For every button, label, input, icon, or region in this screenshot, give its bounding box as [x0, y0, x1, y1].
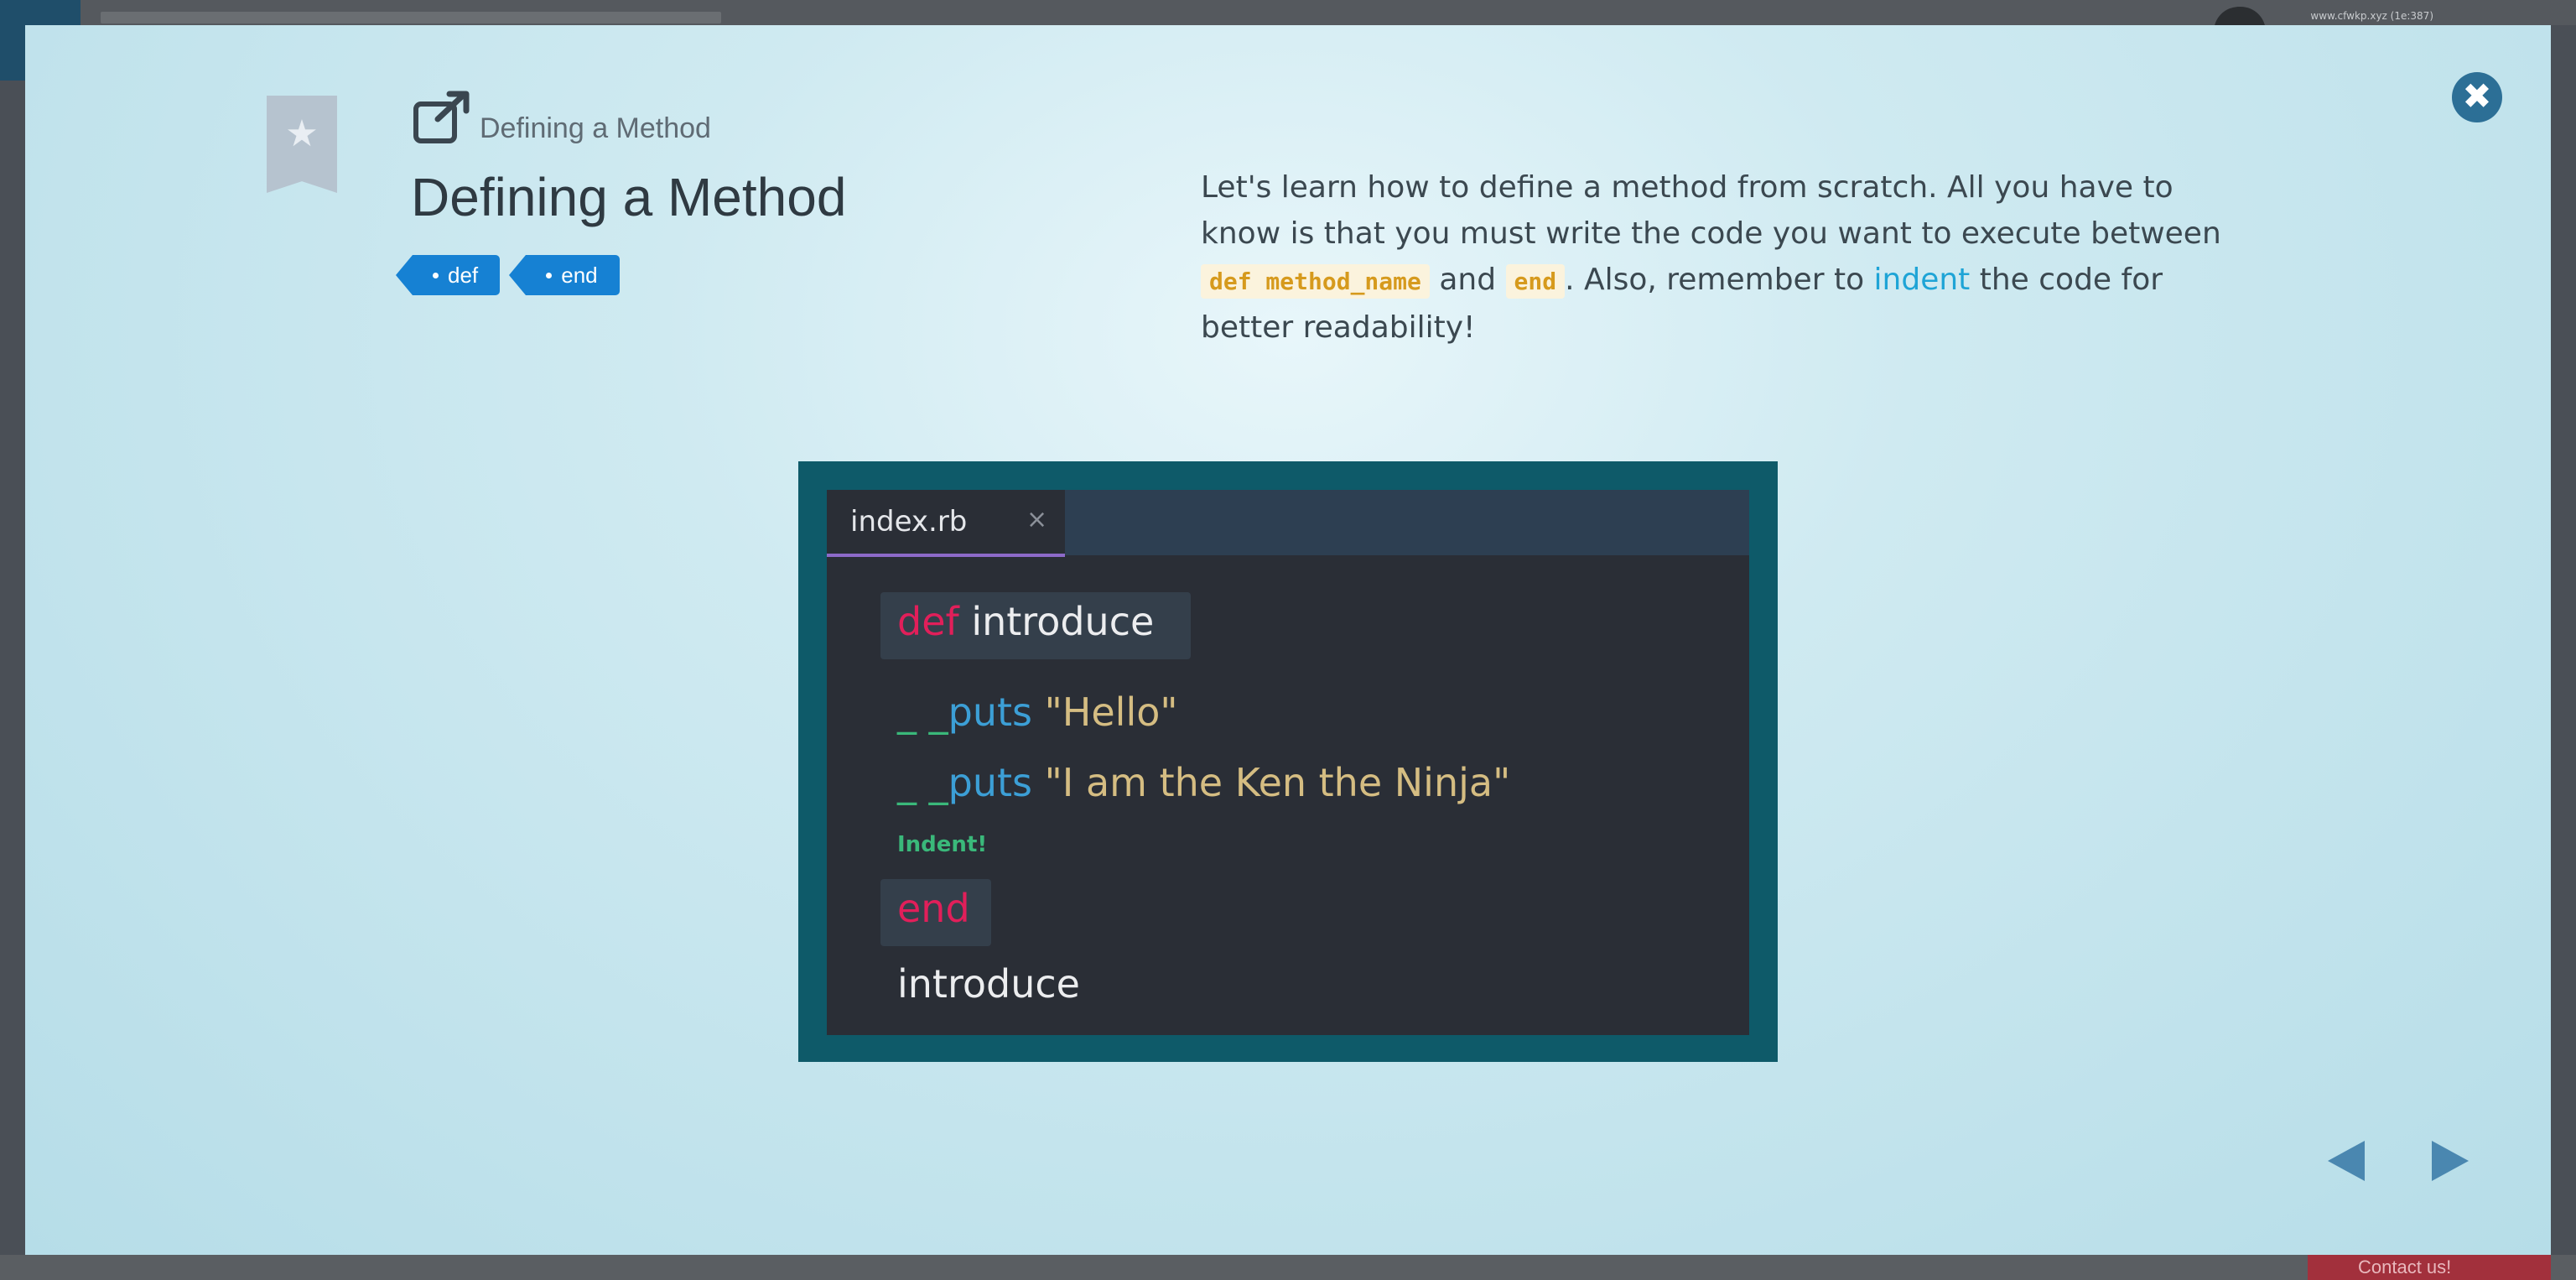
inline-code: def method_name	[1201, 264, 1430, 299]
string-literal: "I am the Ken the Ninja"	[1044, 760, 1511, 805]
editor-tab-bar: index.rb ×	[827, 490, 1749, 557]
puts-call: puts	[948, 689, 1032, 735]
tag-list: def end	[395, 255, 641, 295]
code-line-puts-1: _ _puts "Hello"	[897, 689, 1178, 735]
tab-close-icon[interactable]: ×	[1026, 505, 1047, 534]
code-editor: index.rb × def introduce _ _puts "Hello"…	[827, 490, 1749, 1035]
tag-dot-icon	[433, 273, 439, 278]
tag-label: def	[448, 263, 479, 288]
keyword-end: end	[897, 886, 970, 931]
background-url: www.cfwkp.xyz (1e:387)	[2310, 10, 2433, 22]
breadcrumb[interactable]: Defining a Method	[480, 112, 711, 145]
code-line-puts-2: _ _puts "I am the Ken the Ninja"	[897, 760, 1510, 805]
lesson-description: Let's learn how to define a method from …	[1201, 164, 2257, 351]
bookmark-button[interactable]: ★	[267, 96, 337, 193]
tag-end[interactable]: end	[509, 255, 620, 295]
code-figure: index.rb × def introduce _ _puts "Hello"…	[798, 461, 1778, 1062]
tab-filename: index.rb	[850, 505, 968, 539]
page-title: Defining a Method	[411, 167, 847, 227]
tag-dot-icon	[546, 273, 553, 278]
code-line-def: def introduce	[897, 599, 1154, 644]
background-topbar	[0, 0, 2576, 25]
keyword-def: def	[897, 599, 959, 644]
puts-call: puts	[948, 760, 1032, 805]
inline-code: end	[1505, 264, 1566, 299]
star-icon: ★	[285, 112, 319, 155]
tab-index-rb[interactable]: index.rb ×	[827, 490, 1065, 557]
tag-def[interactable]: def	[395, 255, 501, 295]
code-line-call: introduce	[897, 961, 1080, 1007]
previous-arrow-icon[interactable]	[2328, 1141, 2365, 1181]
background-bottom-bar	[0, 1255, 2576, 1280]
tag-label: end	[561, 263, 598, 288]
contact-us-button[interactable]: Contact us!	[2308, 1255, 2551, 1280]
indent-link[interactable]: indent	[1874, 263, 1971, 297]
string-literal: "Hello"	[1044, 689, 1178, 735]
indent-marker: _ _	[897, 689, 948, 735]
close-icon[interactable]: ✖	[2452, 72, 2502, 122]
external-link-icon[interactable]	[413, 91, 471, 144]
code-line-end: end	[897, 886, 970, 931]
indent-note: Indent!	[897, 832, 988, 857]
desc-text: and	[1429, 263, 1506, 297]
background-search-bar	[101, 12, 721, 23]
method-name: introduce	[971, 599, 1155, 644]
indent-marker: _ _	[897, 760, 948, 805]
desc-text: . Also, remember to	[1565, 263, 1874, 297]
desc-text: Let's learn how to define a method from …	[1201, 170, 2221, 251]
next-arrow-icon[interactable]	[2432, 1141, 2469, 1181]
